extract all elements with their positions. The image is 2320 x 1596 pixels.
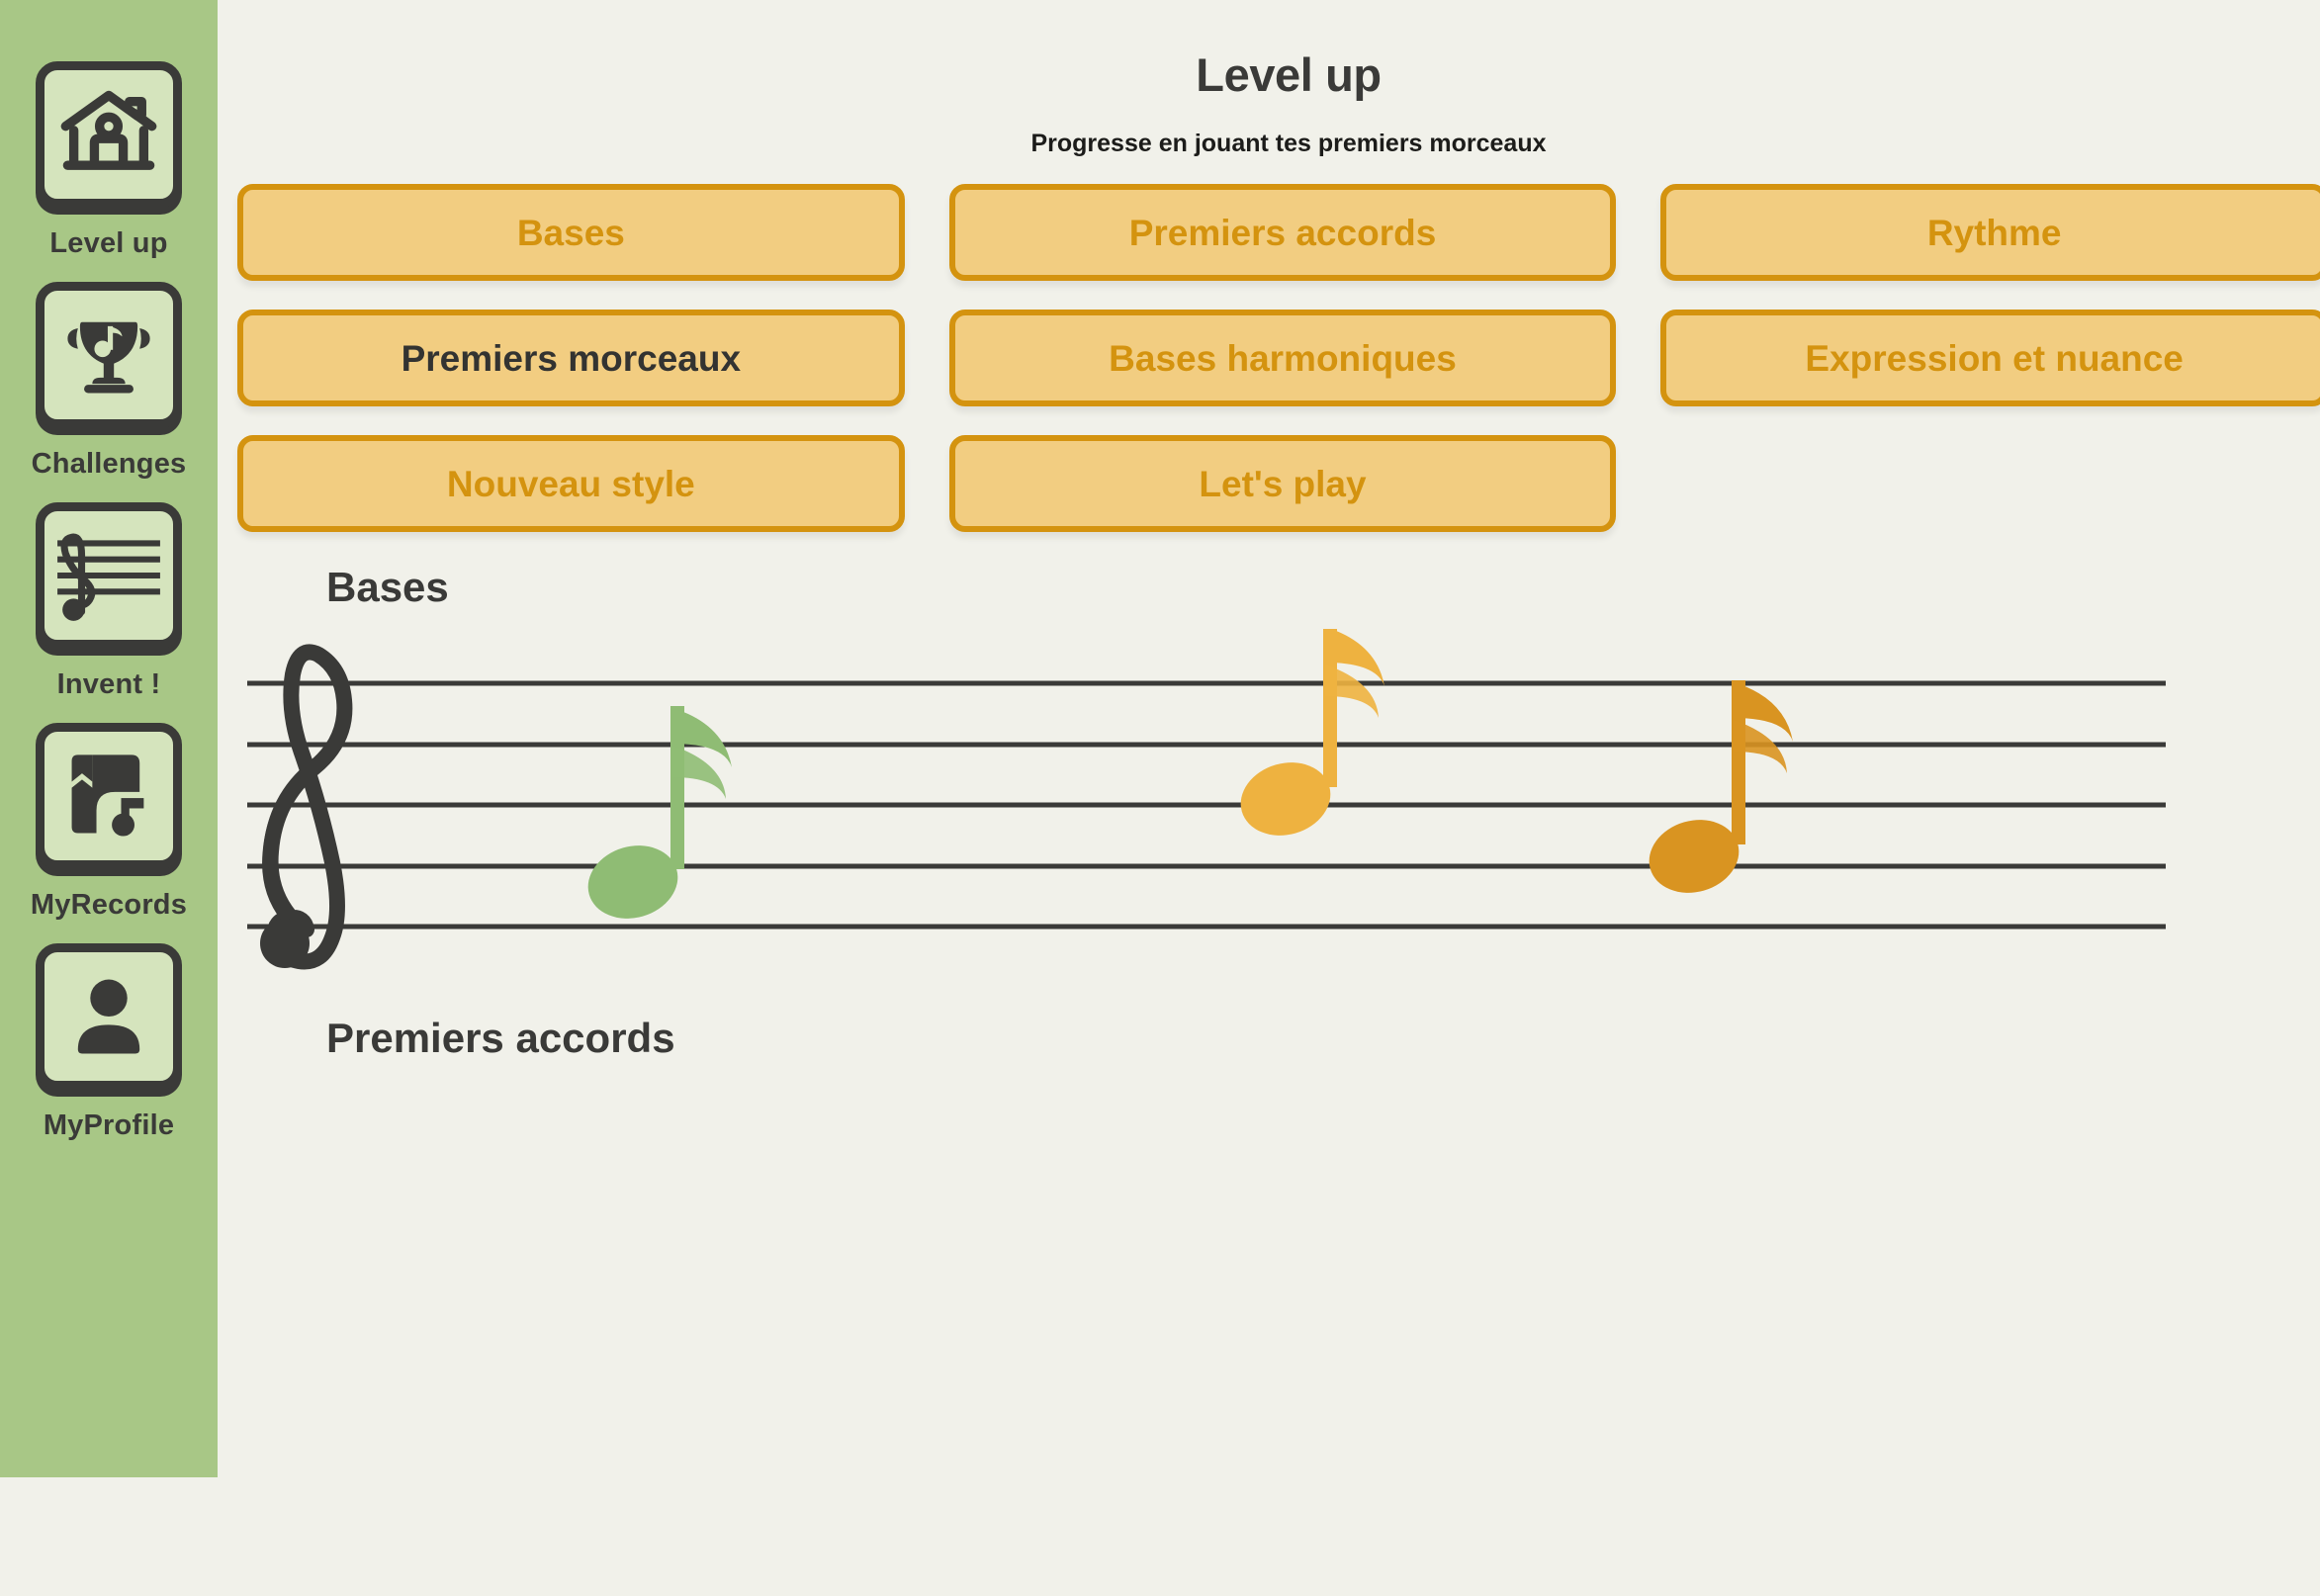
page-title: Level up bbox=[1196, 48, 1382, 101]
lesson-button-bases-harmoniques[interactable]: Bases harmoniques bbox=[948, 310, 1617, 406]
sidebar: Level up Challenges Invent ! MyRecords M… bbox=[0, 0, 218, 1477]
eighth-note-amber bbox=[1649, 680, 1793, 893]
sidebar-item-challenges[interactable]: Challenges bbox=[0, 282, 218, 479]
sidebar-item-label: MyRecords bbox=[30, 889, 188, 921]
sidebar-item-label: Invent ! bbox=[56, 668, 161, 700]
sidebar-item-myrecords[interactable]: MyRecords bbox=[0, 723, 218, 920]
main-content: Level up Progresse en jouant tes premier… bbox=[218, 0, 2320, 1596]
lesson-button-premiers-accords[interactable]: Premiers accords bbox=[948, 184, 1617, 281]
lesson-button-grid: Bases Premiers accords Rythme Premiers m… bbox=[237, 184, 2320, 532]
app-root: Level up Challenges Invent ! MyRecords M… bbox=[0, 0, 2320, 1596]
house-icon bbox=[36, 61, 182, 208]
lesson-button-nouveau-style[interactable]: Nouveau style bbox=[237, 435, 905, 532]
lesson-button-premiers-morceaux[interactable]: Premiers morceaux bbox=[237, 310, 905, 406]
lesson-button-bases[interactable]: Bases bbox=[237, 184, 905, 281]
page-subtitle: Progresse en jouant tes premiers morceau… bbox=[1030, 130, 1547, 157]
sidebar-item-myprofile[interactable]: MyProfile bbox=[0, 943, 218, 1140]
music-staff-bases bbox=[237, 629, 2320, 985]
sidebar-item-label: MyProfile bbox=[43, 1109, 175, 1141]
eighth-note-orange bbox=[1240, 629, 1384, 836]
lesson-button-lets-play[interactable]: Let's play bbox=[948, 435, 1617, 532]
trophy-music-icon bbox=[36, 282, 182, 428]
book-music-icon bbox=[36, 723, 182, 869]
eighth-note-green bbox=[587, 706, 732, 919]
lesson-button-rythme[interactable]: Rythme bbox=[1660, 184, 2320, 281]
clef-bottom-dot bbox=[260, 919, 310, 968]
staff-clef-icon bbox=[36, 502, 182, 649]
person-icon bbox=[36, 943, 182, 1090]
sidebar-item-invent[interactable]: Invent ! bbox=[0, 502, 218, 699]
section-heading-bases: Bases bbox=[326, 564, 449, 610]
section-heading-premiers-accords: Premiers accords bbox=[326, 1015, 675, 1061]
lesson-button-expression-et-nuance[interactable]: Expression et nuance bbox=[1660, 310, 2320, 406]
staff-lines bbox=[247, 680, 2166, 930]
sidebar-item-label: Challenges bbox=[31, 448, 187, 480]
sidebar-item-label: Level up bbox=[49, 227, 168, 259]
sidebar-item-level-up[interactable]: Level up bbox=[0, 61, 218, 258]
